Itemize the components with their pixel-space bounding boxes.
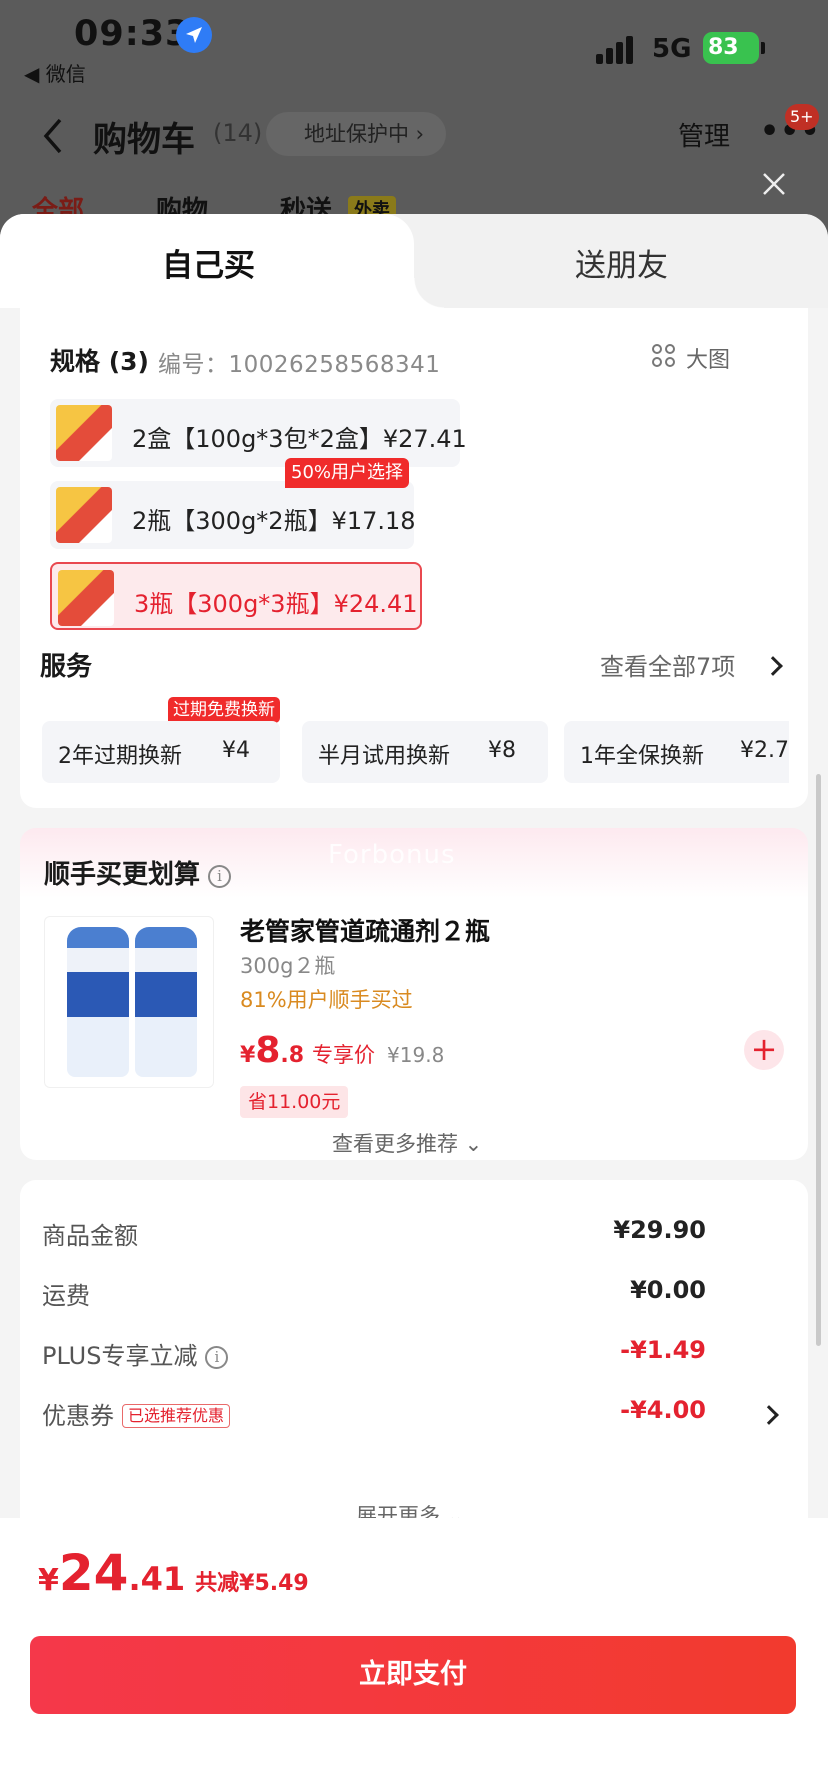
recommend-title: 顺手买更划算 i [44, 854, 232, 891]
status-bar: 09:33 ◀ 微信 5G 83 [0, 0, 828, 100]
service-option[interactable]: 1年全保换新 ¥2.7 [564, 721, 789, 783]
service-name: 2年过期换新 [58, 744, 182, 769]
summary-value: -¥4.00 [620, 1396, 706, 1424]
spec-option[interactable]: 2瓶【300g*2瓶】¥17.18 [50, 481, 416, 549]
price-integer: 8 [255, 1030, 281, 1071]
sheet-scroll-area[interactable]: 规格 (3) 编号：10026258568341 大图 2盒【100g*3包*2… [0, 308, 828, 1534]
summary-value: ¥0.00 [630, 1276, 706, 1304]
status-time: 09:33 [74, 14, 191, 54]
summary-row: 运费 ¥0.00 [42, 1276, 782, 1316]
pay-now-button[interactable]: 立即支付 [30, 1636, 796, 1714]
pay-bar: ¥24.41 共减¥5.49 立即支付 [0, 1518, 828, 1792]
option-thumbnail [58, 570, 114, 626]
option-thumbnail [56, 487, 112, 543]
spec-option-selected[interactable]: 3瓶【300g*3瓶】¥24.41 [50, 562, 422, 630]
summary-row: PLUS专享立减 i -¥1.49 [42, 1336, 782, 1376]
info-icon[interactable]: i [205, 1346, 229, 1369]
total-saved: 共减¥5.49 [195, 1571, 309, 1596]
spec-title: 规格 (3) [50, 347, 149, 376]
product-number: 编号：10026258568341 [158, 352, 441, 378]
big-image-label: 大图 [686, 348, 731, 373]
message-badge: 5+ [785, 104, 819, 130]
total-price: ¥24.41 共减¥5.49 [38, 1544, 309, 1602]
service-option[interactable]: 2年过期换新 ¥4 [42, 721, 280, 783]
cart-background: 09:33 ◀ 微信 5G 83 购物车 (14) 地址保护中 › 管理 •••… [0, 0, 828, 230]
price-decimal: .8 [280, 1043, 305, 1068]
service-badge: 过期免费换新 [168, 697, 280, 723]
page-title: 购物车 [93, 120, 195, 160]
summary-value: -¥1.49 [620, 1336, 706, 1364]
view-more-recommend[interactable]: 查看更多推荐 ⌄ [332, 1128, 482, 1158]
original-price: ¥19.8 [387, 1043, 445, 1067]
service-price: ¥8 [488, 738, 516, 763]
total-integer: 24 [58, 1544, 129, 1602]
recommend-product-spec: 300g２瓶 [240, 954, 336, 978]
watermark: Forbonus [328, 840, 456, 870]
plus-icon[interactable]: + [744, 1030, 784, 1070]
recommend-title-text: 顺手买更划算 [44, 860, 201, 890]
price-label: 专享价 [312, 1043, 376, 1067]
service-view-all[interactable]: 查看全部7项 [600, 647, 735, 682]
summary-label: 运费 [42, 1282, 90, 1310]
popular-choice-badge: 50%用户选择 [285, 458, 410, 488]
service-name: 1年全保换新 [580, 744, 704, 769]
option-label: 2瓶【300g*2瓶】¥17.18 [132, 507, 416, 535]
service-price: ¥2.7 [740, 738, 789, 763]
tab-gift-friend[interactable]: 送朋友 [575, 240, 668, 285]
cart-count: (14) [213, 119, 263, 147]
coupon-tag: 已选推荐优惠 [122, 1404, 231, 1428]
option-thumbnail [56, 405, 112, 461]
recommend-bought-stat: 81%用户顺手买过 [240, 988, 413, 1012]
big-image-button[interactable]: 大图 [652, 342, 731, 374]
tab-self-buy[interactable]: 自己买 [162, 240, 255, 285]
network-label: 5G [652, 34, 692, 64]
option-label: 3瓶【300g*3瓶】¥24.41 [134, 590, 418, 618]
recommend-product-name[interactable]: 老管家管道疏通剂２瓶 [240, 912, 490, 948]
summary-label: 优惠券 [42, 1402, 114, 1430]
price-summary-card: 商品金额 ¥29.90 运费 ¥0.00 PLUS专享立减 i -¥1.49 优惠… [20, 1180, 808, 1534]
spec-card: 规格 (3) 编号：10026258568341 大图 2盒【100g*3包*2… [20, 308, 808, 808]
recommend-price: ¥8.8 专享价 ¥19.8 [240, 1030, 444, 1071]
chevron-right-icon[interactable] [763, 656, 783, 676]
sheet-tabs: 自己买 送朋友 [0, 214, 828, 308]
coupon-row[interactable]: 优惠券 已选推荐优惠 -¥4.00 [42, 1396, 782, 1436]
bottle-image [67, 927, 129, 1077]
grid-icon [652, 344, 678, 370]
bottle-image [135, 927, 197, 1077]
summary-value: ¥29.90 [613, 1216, 706, 1244]
total-decimal: .41 [128, 1560, 186, 1598]
total-currency: ¥ [38, 1563, 59, 1598]
spec-option[interactable]: 2盒【100g*3包*2盒】¥27.41 [50, 399, 467, 467]
battery-icon: 83 [703, 32, 759, 64]
save-badge: 省11.00元 [240, 1086, 349, 1118]
address-protect-pill[interactable]: 地址保护中 › [266, 112, 446, 156]
manage-button[interactable]: 管理 [678, 116, 730, 153]
service-name: 半月试用换新 [318, 744, 451, 769]
recommend-card: 顺手买更划算 i Forbonus 老管家管道疏通剂２瓶 300g２瓶 81%用户… [20, 828, 808, 1160]
battery-cap [761, 42, 765, 54]
price-currency: ¥ [240, 1043, 256, 1068]
back-chevron-icon[interactable] [38, 116, 68, 156]
service-option[interactable]: 半月试用换新 ¥8 [302, 721, 548, 783]
option-label: 2盒【100g*3包*2盒】¥27.41 [132, 425, 467, 453]
back-to-app-link[interactable]: ◀ 微信 [24, 58, 86, 87]
info-icon[interactable]: i [208, 865, 232, 888]
service-title: 服务 [40, 652, 93, 682]
cart-navbar: 购物车 (14) 地址保护中 › 管理 ••• 5+ [0, 100, 828, 180]
signal-icon [596, 34, 640, 64]
chevron-right-icon[interactable] [759, 1405, 779, 1425]
location-arrow-icon [176, 17, 212, 53]
summary-label: PLUS专享立减 [42, 1342, 198, 1370]
service-price: ¥4 [222, 738, 250, 763]
summary-row: 商品金额 ¥29.90 [42, 1216, 782, 1256]
scrollbar[interactable] [816, 774, 821, 1346]
recommend-product-image[interactable] [44, 916, 214, 1088]
summary-label: 商品金额 [42, 1222, 138, 1250]
close-icon[interactable] [760, 170, 788, 198]
